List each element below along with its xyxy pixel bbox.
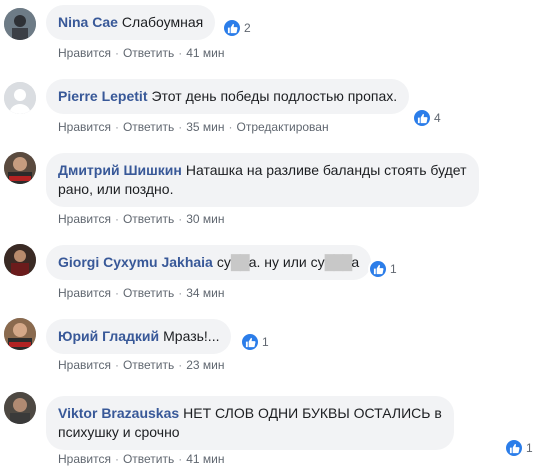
reply-link[interactable]: Ответить <box>123 212 174 226</box>
reply-link[interactable]: Ответить <box>123 120 174 134</box>
comment-meta: Нравится · Ответить · 30 мин <box>58 212 225 226</box>
comment-author[interactable]: Giorgi Cyxymu Jakhaia <box>58 254 213 270</box>
comment-author[interactable]: Viktor Brazauskas <box>58 405 179 421</box>
comment-meta: Нравится · Ответить · 35 мин · Отредактирован <box>58 120 329 134</box>
comment-text: Наташка на разливе баланды стоять будет <box>185 162 467 178</box>
comment-meta: Нравится · Ответить · 34 мин <box>58 286 225 300</box>
redacted-text: ███ <box>324 254 353 270</box>
avatar[interactable] <box>4 318 36 350</box>
avatar[interactable] <box>4 244 36 276</box>
comment-text-b: а. ну или су <box>248 254 325 270</box>
like-icon <box>369 260 387 278</box>
avatar[interactable] <box>4 152 36 184</box>
avatar[interactable] <box>4 392 36 424</box>
reaction-number: 4 <box>434 111 441 125</box>
comment-bubble: Viktor Brazauskas НЕТ СЛОВ ОДНИ БУКВЫ ОСТ… <box>46 396 454 450</box>
comment-text-line2: психушку и срочно <box>58 424 180 440</box>
comment-author[interactable]: Юрий Гладкий <box>58 328 159 344</box>
comment-bubble: Юрий Гладкий Мразь!... <box>46 319 232 354</box>
reaction-number: 1 <box>262 335 269 349</box>
comment-text-line2: рано, или поздно. <box>58 181 174 197</box>
avatar[interactable] <box>4 82 36 114</box>
comment-text: Слабоумная <box>121 14 204 30</box>
timestamp[interactable]: 30 мин <box>186 212 224 226</box>
like-link[interactable]: Нравится <box>58 212 111 226</box>
reaction-count[interactable]: 1 <box>368 259 399 279</box>
reply-link[interactable]: Ответить <box>123 452 174 466</box>
reply-link[interactable]: Ответить <box>123 46 174 60</box>
comment-bubble: Pierre Lepetit Этот день победы подлостью… <box>46 79 410 114</box>
comment-text: НЕТ СЛОВ ОДНИ БУКВЫ ОСТАЛИСЬ в <box>183 405 442 421</box>
comment-bubble: Nina Cae Слабоумная <box>46 5 216 40</box>
reaction-number: 1 <box>526 441 533 455</box>
comment-author[interactable]: Nina Cae <box>58 14 118 30</box>
comment-text-a: су <box>216 254 231 270</box>
avatar[interactable] <box>4 8 36 40</box>
comment-author[interactable]: Pierre Lepetit <box>58 88 147 104</box>
comment-meta: Нравится · Ответить · 23 мин <box>58 358 225 372</box>
like-link[interactable]: Нравится <box>58 46 111 60</box>
comment-bubble: Giorgi Cyxymu Jakhaia су██а. ну или су███… <box>46 245 372 280</box>
like-link[interactable]: Нравится <box>58 452 111 466</box>
like-link[interactable]: Нравится <box>58 286 111 300</box>
comment-meta: Нравится · Ответить · 41 мин <box>58 452 225 466</box>
reaction-number: 2 <box>244 21 251 35</box>
redacted-text: ██ <box>230 254 250 270</box>
like-icon <box>505 439 523 457</box>
comment-text-c: а <box>351 254 360 270</box>
comment-text: Мразь!... <box>163 328 220 344</box>
like-icon <box>223 19 241 37</box>
like-icon <box>413 109 431 127</box>
reply-link[interactable]: Ответить <box>123 286 174 300</box>
like-link[interactable]: Нравится <box>58 358 111 372</box>
reaction-number: 1 <box>390 262 397 276</box>
timestamp[interactable]: 41 мин <box>186 452 224 466</box>
comment-bubble: Дмитрий Шишкин Наташка на разливе баланды… <box>46 153 479 207</box>
like-icon <box>241 333 259 351</box>
like-link[interactable]: Нравится <box>58 120 111 134</box>
reply-link[interactable]: Ответить <box>123 358 174 372</box>
timestamp[interactable]: 41 мин <box>186 46 224 60</box>
comment-text: Этот день победы подлостью пропах. <box>151 88 398 104</box>
timestamp[interactable]: 35 мин <box>186 120 224 134</box>
reaction-count[interactable]: 2 <box>222 18 253 38</box>
timestamp[interactable]: 34 мин <box>186 286 224 300</box>
comment-author[interactable]: Дмитрий Шишкин <box>58 162 182 178</box>
reaction-count[interactable]: 1 <box>504 438 535 458</box>
reaction-count[interactable]: 1 <box>240 332 271 352</box>
edited-label[interactable]: Отредактирован <box>237 120 329 134</box>
comment-meta: Нравится · Ответить · 41 мин <box>58 46 225 60</box>
timestamp[interactable]: 23 мин <box>186 358 224 372</box>
reaction-count[interactable]: 4 <box>412 108 443 128</box>
